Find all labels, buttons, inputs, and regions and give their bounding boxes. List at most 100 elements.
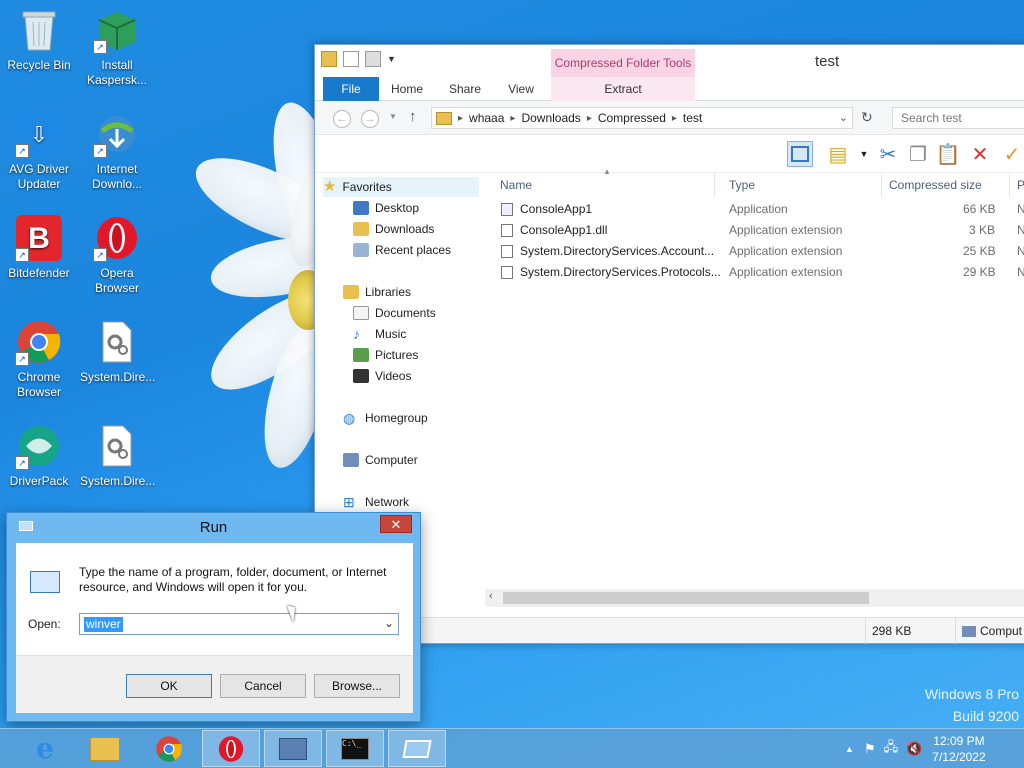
file-list: Name ▲ Type Compressed size P ConsoleApp… (493, 167, 1024, 617)
search-input[interactable]: Search test (892, 107, 1024, 129)
horizontal-scrollbar[interactable]: ‹ (485, 589, 1024, 607)
open-combobox[interactable]: winver ⌄ (79, 613, 399, 635)
file-type: Application extension (729, 244, 843, 258)
tab-extract[interactable]: Extract (551, 77, 695, 101)
desktop-icon-label: Chrome Browser (16, 370, 61, 399)
nav-label: Computer (365, 453, 418, 467)
show-hidden-icons-icon[interactable]: ▲ (845, 744, 854, 754)
back-button[interactable]: ← (333, 110, 351, 128)
dropdown-icon[interactable]: ▼ (851, 141, 877, 167)
column-type[interactable]: Type (722, 173, 882, 197)
file-row[interactable]: System.DirectoryServices.Account... Appl… (493, 241, 1024, 262)
internet-explorer-icon: e (36, 732, 54, 765)
chevron-right-icon[interactable]: ▸ (672, 113, 677, 124)
desktop-icon-recycle-bin[interactable]: Recycle Bin (2, 6, 76, 73)
file-name: ConsoleApp1.dll (520, 223, 608, 237)
paste-icon[interactable]: 📋 (935, 141, 961, 167)
desktop-icon-internet-download-manager[interactable]: ↗ Internet Downlo... (80, 110, 154, 192)
taskbar-remote-desktop[interactable] (264, 730, 322, 767)
taskbar-file-explorer[interactable] (76, 730, 134, 767)
taskbar-internet-explorer[interactable]: e (16, 730, 74, 767)
preview-pane-icon[interactable] (787, 141, 813, 167)
nav-computer[interactable]: Computer (343, 450, 418, 470)
desktop-icon-system-directory-2[interactable]: System.Dire... (80, 422, 155, 489)
browse-button[interactable]: Browse... (314, 674, 400, 698)
qat-dropdown-icon[interactable]: ▼ (387, 51, 396, 67)
nav-homegroup[interactable]: ◍ Homegroup (343, 408, 428, 428)
dll-file-icon (93, 422, 141, 470)
desktop-icon-chrome-browser[interactable]: ↗ Chrome Browser (2, 318, 76, 400)
address-dropdown-icon[interactable]: ⌄ (839, 111, 848, 124)
file-row[interactable]: ConsoleApp1.dll Application extension 3 … (493, 220, 1024, 241)
breadcrumb-whaaa[interactable]: whaaa (469, 111, 504, 125)
desktop-icon-avg-driver-updater[interactable]: ⇩ ↗ AVG Driver Updater (2, 110, 76, 192)
nav-documents[interactable]: Documents (353, 303, 436, 323)
desktop-icon-bitdefender[interactable]: B ↗ Bitdefender (2, 214, 76, 281)
recent-locations-icon[interactable]: ▼ (389, 112, 397, 121)
file-type: Application extension (729, 223, 843, 237)
tab-view[interactable]: View (499, 77, 543, 101)
desktop-icon-install-kaspersky[interactable]: ↗ Install Kaspersk... (80, 6, 154, 88)
desktop-icon-driverpack[interactable]: ↗ DriverPack (2, 422, 76, 489)
new-folder-icon[interactable] (365, 51, 381, 67)
check-icon[interactable]: ✓ (999, 141, 1024, 167)
column-extra[interactable]: P (1010, 173, 1024, 197)
breadcrumb-test[interactable]: test (683, 111, 702, 125)
move-to-folder-icon[interactable]: ▤ (825, 141, 851, 167)
up-button[interactable]: ↑ (409, 108, 417, 125)
copy-icon[interactable]: ❐ (905, 141, 931, 167)
taskbar-chrome[interactable] (140, 730, 198, 767)
desktop-icon-label: Install Kaspersk... (86, 58, 148, 87)
refresh-icon[interactable]: ↻ (861, 109, 873, 126)
address-bar[interactable]: ▸ whaaa ▸ Downloads ▸ Compressed ▸ test … (431, 107, 853, 129)
file-size: 25 KB (963, 244, 996, 258)
tab-file[interactable]: File (323, 77, 379, 101)
chevron-right-icon[interactable]: ▸ (458, 113, 463, 124)
column-compressed-size[interactable]: Compressed size (882, 173, 1010, 197)
action-center-flag-icon[interactable]: ⚑ (864, 741, 876, 757)
ok-button[interactable]: OK (126, 674, 212, 698)
nav-network[interactable]: ⊞ Network (343, 492, 409, 512)
properties-icon[interactable] (343, 51, 359, 67)
file-row[interactable]: System.DirectoryServices.Protocols... Ap… (493, 262, 1024, 283)
chevron-down-icon[interactable]: ⌄ (384, 616, 394, 630)
desktop-icon-opera-browser[interactable]: ↗ Opera Browser (80, 214, 154, 296)
recent-places-icon (353, 243, 369, 257)
scroll-left-icon[interactable]: ‹ (489, 590, 493, 602)
chevron-right-icon[interactable]: ▸ (510, 113, 515, 124)
nav-downloads[interactable]: Downloads (353, 219, 434, 239)
open-input-value[interactable]: winver (84, 617, 123, 632)
forward-button[interactable]: → (361, 110, 379, 128)
volume-muted-icon[interactable]: 🔇 (906, 741, 922, 757)
chevron-right-icon[interactable]: ▸ (587, 113, 592, 124)
nav-videos[interactable]: Videos (353, 366, 411, 386)
nav-label: Libraries (365, 285, 412, 299)
taskbar-opera[interactable] (202, 730, 260, 767)
nav-recent-places[interactable]: Recent places (353, 240, 451, 260)
run-titlebar[interactable]: Run ✕ (7, 513, 420, 541)
network-icon[interactable]: 🖧 (884, 738, 899, 760)
cancel-button[interactable]: Cancel (220, 674, 306, 698)
nav-music[interactable]: ♪ Music (353, 324, 406, 344)
column-name[interactable]: Name (493, 173, 715, 197)
breadcrumb-compressed[interactable]: Compressed (598, 111, 666, 125)
status-location: Comput (955, 618, 1024, 644)
close-button[interactable]: ✕ (380, 515, 412, 533)
tab-home[interactable]: Home (385, 77, 429, 101)
nav-pictures[interactable]: Pictures (353, 345, 418, 365)
tab-share[interactable]: Share (443, 77, 487, 101)
nav-desktop[interactable]: Desktop (353, 198, 419, 218)
taskbar-command-prompt[interactable]: C:\_ (326, 730, 384, 767)
opera-icon (218, 735, 244, 762)
taskbar-run[interactable] (388, 730, 446, 767)
delete-icon[interactable]: ✕ (967, 141, 993, 167)
avg-driver-updater-icon: ⇩ ↗ (15, 110, 63, 158)
file-row[interactable]: ConsoleApp1 Application 66 KB N (493, 199, 1024, 220)
scrollbar-thumb[interactable] (503, 592, 869, 604)
nav-libraries[interactable]: Libraries (343, 282, 411, 302)
cut-icon[interactable]: ✂ (875, 141, 901, 167)
desktop-icon-system-directory-1[interactable]: System.Dire... (80, 318, 155, 385)
breadcrumb-downloads[interactable]: Downloads (521, 111, 580, 125)
clock[interactable]: 12:09 PM 7/12/2022 (932, 733, 985, 765)
nav-favorites[interactable]: ★ Favorites (323, 177, 479, 197)
